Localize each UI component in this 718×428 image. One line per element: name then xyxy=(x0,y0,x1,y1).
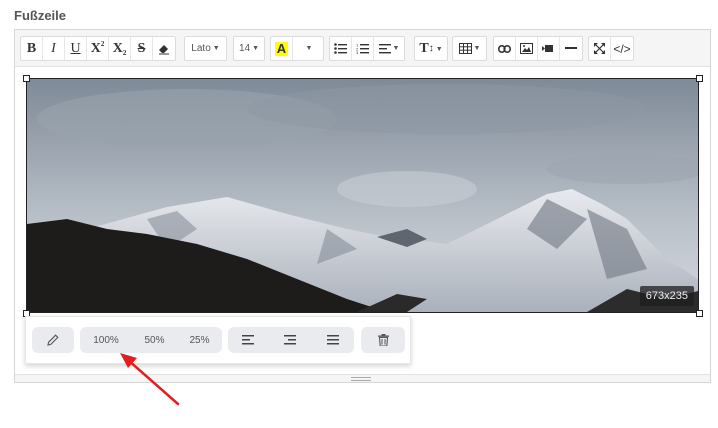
resize-handle-bottom-right[interactable] xyxy=(696,310,703,317)
popover-align-group xyxy=(228,327,354,353)
section-label: Fußzeile xyxy=(14,8,67,23)
ordered-list-icon[interactable]: 123 xyxy=(352,37,374,60)
text-style-group: B I U X2 X2 S xyxy=(20,36,176,61)
grip-icon xyxy=(351,377,371,381)
editor-toolbar: B I U X2 X2 S Lato ▼ 14 ▼ A ▼ 1 2 3 ▼ T … xyxy=(15,30,710,67)
highlight-color-button[interactable]: A xyxy=(271,37,293,60)
highlight-icon: A xyxy=(274,40,289,56)
resize-handle-top-left[interactable] xyxy=(23,75,30,82)
selected-image[interactable]: 673x235 xyxy=(26,78,699,313)
mountain-photo xyxy=(27,79,698,312)
font-size-value: 14 xyxy=(238,43,251,54)
pencil-icon[interactable] xyxy=(32,327,74,353)
editor-resize-bar[interactable] xyxy=(15,374,710,382)
popover-remove-group xyxy=(361,327,405,353)
popover-edit-group xyxy=(32,327,74,353)
font-size-group: 14 ▼ xyxy=(233,36,265,61)
align-icon xyxy=(378,43,391,53)
caret-down-icon: ▼ xyxy=(473,45,481,52)
picture-icon[interactable] xyxy=(516,37,538,60)
caret-down-icon: ▼ xyxy=(212,45,220,52)
table-group: ▼ xyxy=(452,36,487,61)
font-family-group: Lato ▼ xyxy=(184,36,227,61)
paragraph-align-dropdown[interactable]: ▼ xyxy=(374,37,404,60)
font-family-dropdown[interactable]: Lato ▼ xyxy=(185,37,226,60)
subscript-icon[interactable]: X2 xyxy=(109,37,131,60)
resize-25-button[interactable]: 25% xyxy=(177,327,222,353)
horizontal-rule-icon[interactable] xyxy=(560,37,582,60)
caret-down-icon: ▼ xyxy=(305,45,313,52)
image-dimensions-badge: 673x235 xyxy=(639,286,694,306)
code-view-icon[interactable]: </> xyxy=(611,37,633,60)
resize-handle-top-right[interactable] xyxy=(696,75,703,82)
unordered-list-icon[interactable] xyxy=(330,37,352,60)
insert-group xyxy=(493,36,583,61)
rich-text-editor: B I U X2 X2 S Lato ▼ 14 ▼ A ▼ 1 2 3 ▼ T … xyxy=(14,29,711,383)
editor-content[interactable]: 673x235 100% 50% 25% xyxy=(15,67,710,376)
superscript-icon[interactable]: X2 xyxy=(87,37,109,60)
trash-icon[interactable] xyxy=(361,327,405,353)
view-group: </> xyxy=(588,36,634,61)
italic-icon[interactable]: I xyxy=(43,37,65,60)
list-group: 123 ▼ xyxy=(329,36,405,61)
justify-icon[interactable] xyxy=(311,327,354,353)
table-dropdown[interactable]: ▼ xyxy=(453,37,486,60)
align-right-icon[interactable] xyxy=(268,327,311,353)
caret-down-icon: ▼ xyxy=(435,44,443,53)
strikethrough-icon[interactable]: S xyxy=(131,37,153,60)
link-icon[interactable] xyxy=(494,37,516,60)
popover-size-group: 100% 50% 25% xyxy=(80,327,222,353)
align-left-icon[interactable] xyxy=(228,327,268,353)
caret-down-icon: ▼ xyxy=(252,45,260,52)
resize-50-button[interactable]: 50% xyxy=(132,327,177,353)
resize-100-button[interactable]: 100% xyxy=(80,327,132,353)
fullscreen-icon[interactable] xyxy=(589,37,611,60)
color-group: A ▼ xyxy=(270,36,324,61)
line-height-icon[interactable]: T ↕ ▼ xyxy=(415,37,447,60)
image-popover: 100% 50% 25% xyxy=(25,316,411,364)
table-icon xyxy=(458,43,472,54)
underline-icon[interactable]: U xyxy=(65,37,87,60)
font-size-dropdown[interactable]: 14 ▼ xyxy=(234,37,264,60)
caret-down-icon: ▼ xyxy=(392,45,400,52)
svg-text:3: 3 xyxy=(356,50,359,54)
video-icon[interactable] xyxy=(538,37,560,60)
line-height-group: T ↕ ▼ xyxy=(414,36,448,61)
eraser-icon[interactable] xyxy=(153,37,175,60)
color-dropdown[interactable]: ▼ xyxy=(293,37,323,60)
bold-icon[interactable]: B xyxy=(21,37,43,60)
font-family-value: Lato xyxy=(191,43,211,54)
